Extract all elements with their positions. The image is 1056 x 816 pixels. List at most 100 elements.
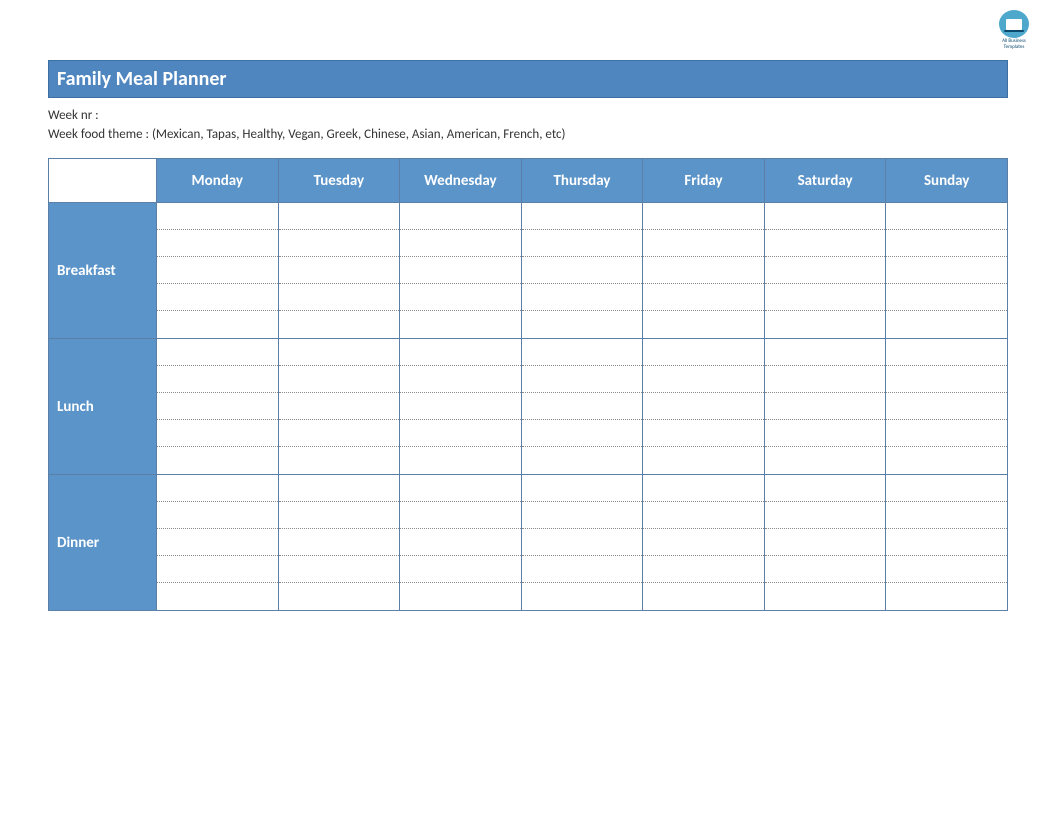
slot[interactable]	[886, 556, 1007, 583]
slot[interactable]	[643, 420, 764, 447]
cell-dinner-wednesday[interactable]	[400, 475, 522, 611]
slot[interactable]	[279, 583, 400, 610]
slot[interactable]	[400, 284, 521, 311]
cell-dinner-saturday[interactable]	[764, 475, 886, 611]
slot[interactable]	[886, 529, 1007, 556]
slot[interactable]	[522, 257, 643, 284]
slot[interactable]	[886, 502, 1007, 529]
slot[interactable]	[157, 366, 278, 393]
slot[interactable]	[400, 420, 521, 447]
slot[interactable]	[886, 366, 1007, 393]
slot[interactable]	[886, 311, 1007, 338]
cell-lunch-saturday[interactable]	[764, 339, 886, 475]
slot[interactable]	[886, 284, 1007, 311]
slot[interactable]	[400, 393, 521, 420]
slot[interactable]	[400, 257, 521, 284]
slot[interactable]	[279, 257, 400, 284]
cell-dinner-thursday[interactable]	[521, 475, 643, 611]
slot[interactable]	[157, 420, 278, 447]
slot[interactable]	[765, 583, 886, 610]
slot[interactable]	[279, 339, 400, 366]
slot[interactable]	[522, 311, 643, 338]
slot[interactable]	[157, 257, 278, 284]
slot[interactable]	[157, 339, 278, 366]
slot[interactable]	[765, 339, 886, 366]
slot[interactable]	[157, 529, 278, 556]
slot[interactable]	[643, 556, 764, 583]
slot[interactable]	[279, 311, 400, 338]
slot[interactable]	[765, 475, 886, 502]
slot[interactable]	[522, 475, 643, 502]
slot[interactable]	[765, 311, 886, 338]
slot[interactable]	[279, 529, 400, 556]
slot[interactable]	[765, 393, 886, 420]
slot[interactable]	[400, 447, 521, 474]
slot[interactable]	[765, 203, 886, 230]
cell-lunch-wednesday[interactable]	[400, 339, 522, 475]
cell-dinner-friday[interactable]	[643, 475, 765, 611]
slot[interactable]	[886, 420, 1007, 447]
slot[interactable]	[157, 284, 278, 311]
slot[interactable]	[643, 284, 764, 311]
slot[interactable]	[400, 203, 521, 230]
slot[interactable]	[400, 583, 521, 610]
slot[interactable]	[522, 447, 643, 474]
slot[interactable]	[886, 393, 1007, 420]
slot[interactable]	[886, 257, 1007, 284]
slot[interactable]	[400, 311, 521, 338]
slot[interactable]	[522, 203, 643, 230]
cell-breakfast-friday[interactable]	[643, 203, 765, 339]
cell-lunch-sunday[interactable]	[886, 339, 1008, 475]
slot[interactable]	[522, 393, 643, 420]
slot[interactable]	[522, 366, 643, 393]
cell-breakfast-wednesday[interactable]	[400, 203, 522, 339]
slot[interactable]	[522, 230, 643, 257]
slot[interactable]	[522, 529, 643, 556]
slot[interactable]	[279, 502, 400, 529]
slot[interactable]	[643, 366, 764, 393]
slot[interactable]	[400, 230, 521, 257]
slot[interactable]	[643, 257, 764, 284]
slot[interactable]	[157, 230, 278, 257]
slot[interactable]	[157, 475, 278, 502]
slot[interactable]	[522, 339, 643, 366]
slot[interactable]	[279, 284, 400, 311]
slot[interactable]	[157, 502, 278, 529]
slot[interactable]	[765, 502, 886, 529]
slot[interactable]	[643, 393, 764, 420]
slot[interactable]	[765, 284, 886, 311]
week-theme-value[interactable]: (Mexican, Tapas, Healthy, Vegan, Greek, …	[152, 127, 566, 142]
slot[interactable]	[400, 339, 521, 366]
slot[interactable]	[886, 583, 1007, 610]
slot[interactable]	[765, 447, 886, 474]
slot[interactable]	[279, 393, 400, 420]
cell-dinner-monday[interactable]	[157, 475, 279, 611]
slot[interactable]	[400, 366, 521, 393]
slot[interactable]	[279, 203, 400, 230]
slot[interactable]	[279, 366, 400, 393]
slot[interactable]	[522, 284, 643, 311]
slot[interactable]	[765, 556, 886, 583]
slot[interactable]	[643, 311, 764, 338]
slot[interactable]	[279, 475, 400, 502]
slot[interactable]	[643, 447, 764, 474]
slot[interactable]	[522, 556, 643, 583]
cell-lunch-monday[interactable]	[157, 339, 279, 475]
slot[interactable]	[400, 529, 521, 556]
slot[interactable]	[400, 556, 521, 583]
slot[interactable]	[643, 475, 764, 502]
cell-dinner-tuesday[interactable]	[278, 475, 400, 611]
slot[interactable]	[157, 311, 278, 338]
slot[interactable]	[157, 203, 278, 230]
slot[interactable]	[279, 556, 400, 583]
slot[interactable]	[522, 583, 643, 610]
slot[interactable]	[765, 420, 886, 447]
slot[interactable]	[886, 339, 1007, 366]
slot[interactable]	[765, 366, 886, 393]
slot[interactable]	[400, 502, 521, 529]
slot[interactable]	[643, 529, 764, 556]
cell-breakfast-monday[interactable]	[157, 203, 279, 339]
slot[interactable]	[643, 339, 764, 366]
slot[interactable]	[157, 583, 278, 610]
slot[interactable]	[157, 447, 278, 474]
